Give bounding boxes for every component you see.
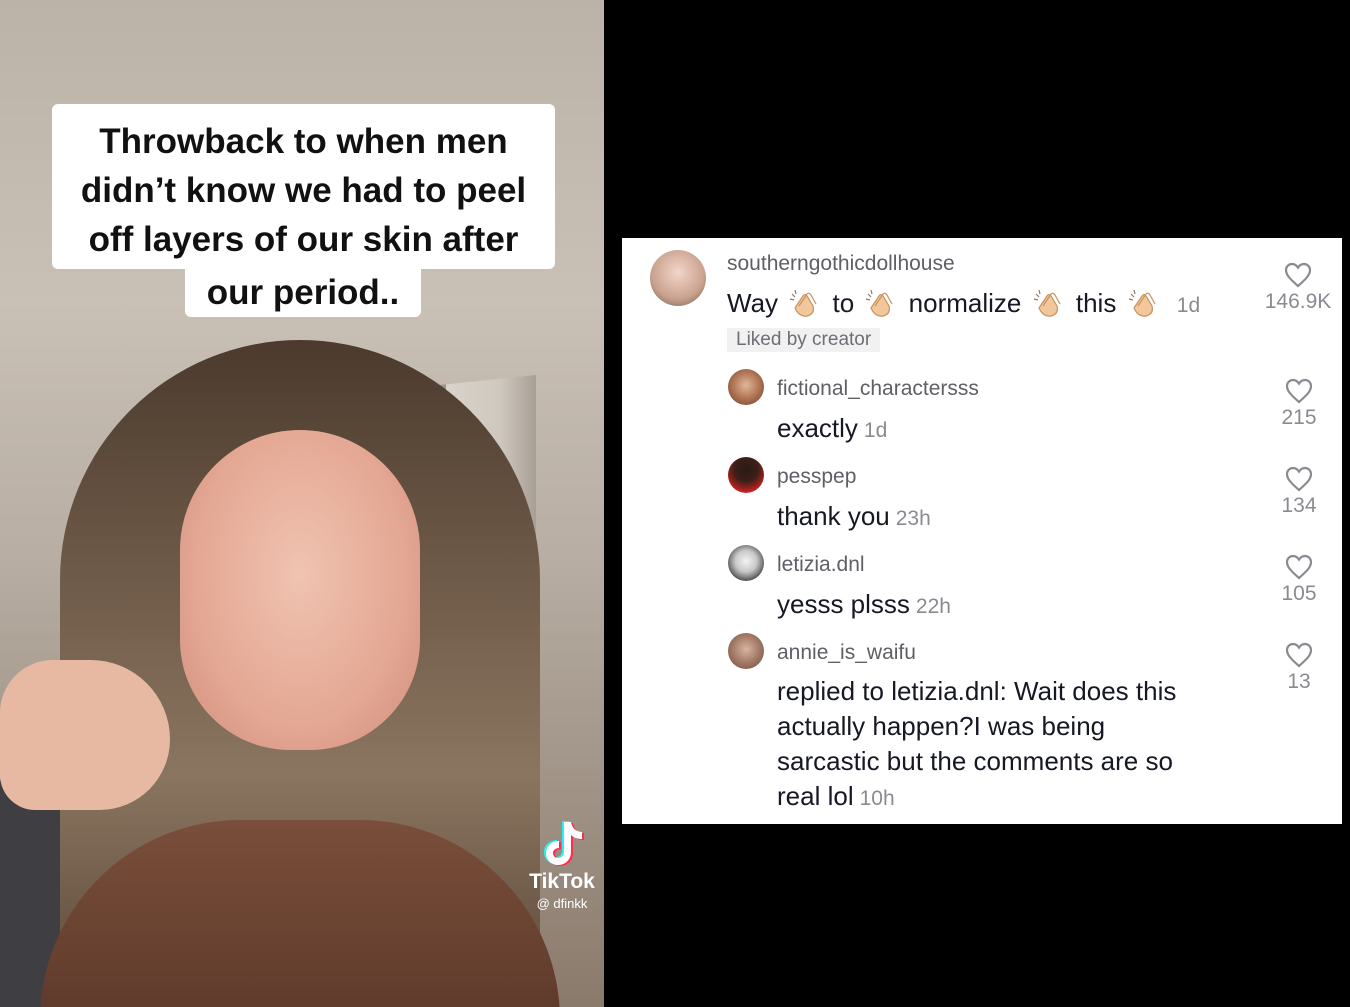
comment-text: thank you 23h: [777, 501, 931, 532]
mention-link[interactable]: letizia.dnl: [891, 676, 999, 706]
comment-time: 22h: [915, 595, 951, 618]
caption-line: off layers of our skin after: [88, 220, 519, 259]
comment-time: 23h: [895, 507, 931, 530]
like-button[interactable]: 13: [1259, 642, 1339, 694]
comment-username[interactable]: fictional_charactersss: [777, 377, 979, 401]
avatar[interactable]: [728, 369, 764, 405]
like-count: 146.9K: [1264, 290, 1332, 313]
comment-body: exactly: [777, 413, 858, 443]
comment-text: exactly 1d: [777, 413, 887, 444]
comment-line: actually happen?I was being: [777, 711, 1106, 741]
clapping-hands-emoji-icon: [790, 289, 817, 317]
avatar[interactable]: [650, 250, 706, 306]
heart-icon: [1284, 262, 1312, 288]
comment-time: 1d: [1176, 294, 1201, 317]
comment-word: this: [1075, 288, 1117, 318]
like-button[interactable]: 105: [1259, 554, 1339, 606]
comment-username[interactable]: annie_is_waifu: [777, 641, 916, 665]
comment-time: 10h: [859, 787, 895, 810]
person-hand: [0, 660, 170, 810]
comment-line: replied to letizia.dnl: Wait does this: [777, 674, 1247, 709]
comment-line-text: real lol: [777, 781, 854, 811]
comment-body: yesss plsss: [777, 589, 910, 619]
video-caption-last: our period..: [185, 268, 421, 317]
video-frame[interactable]: Throwback to when men didn’t know we had…: [0, 0, 604, 1007]
comment-time: 1d: [863, 419, 888, 442]
caption-line: didn’t know we had to peel: [80, 171, 527, 210]
comment-text: yesss plsss 22h: [777, 589, 951, 620]
video-caption: Throwback to when men didn’t know we had…: [52, 104, 555, 269]
heart-icon: [1285, 378, 1313, 404]
comment-word: normalize: [908, 288, 1022, 318]
caption-line: Throwback to when men: [99, 122, 508, 161]
comment-text: Way to normalize this 1d: [727, 288, 1200, 319]
like-count: 13: [1287, 670, 1311, 693]
comment-word: to: [832, 288, 855, 318]
comment-body: thank you: [777, 501, 890, 531]
comment-username[interactable]: pesspep: [777, 465, 856, 489]
clapping-hands-emoji-icon: [866, 289, 893, 317]
person-face: [180, 430, 420, 750]
avatar[interactable]: [728, 633, 764, 669]
tiktok-watermark: TikTok @ dfinkk: [522, 818, 602, 911]
comment-line: sarcastic but the comments are so: [777, 746, 1173, 776]
like-button[interactable]: 146.9K: [1258, 262, 1338, 314]
heart-icon: [1285, 554, 1313, 580]
comment-username[interactable]: southerngothicdollhouse: [727, 252, 955, 276]
tiktok-brand: TikTok: [529, 870, 595, 893]
tiktok-note-icon: [544, 821, 584, 866]
comment-text: replied to letizia.dnl: Wait does this a…: [777, 674, 1247, 816]
heart-icon: [1285, 466, 1313, 492]
like-count: 134: [1281, 494, 1317, 517]
clapping-hands-emoji-icon: [1033, 289, 1061, 317]
like-button[interactable]: 215: [1259, 378, 1339, 430]
clapping-hands-emoji-icon: [1128, 289, 1156, 317]
reply-prefix: replied to: [777, 676, 892, 706]
comment-line-text: : Wait does this: [999, 676, 1177, 706]
like-button[interactable]: 134: [1259, 466, 1339, 518]
tiktok-handle: @ dfinkk: [536, 896, 588, 911]
comment-word: Way: [727, 288, 779, 318]
liked-by-creator-badge: Liked by creator: [727, 328, 881, 352]
comment-line: real lol 10h: [777, 779, 1247, 816]
heart-icon: [1285, 642, 1313, 668]
caption-line: our period..: [206, 273, 400, 312]
avatar[interactable]: [728, 457, 764, 493]
like-count: 215: [1281, 406, 1317, 429]
like-count: 105: [1281, 582, 1317, 605]
comments-panel: southerngothicdollhouse Way to normalize…: [622, 238, 1342, 824]
avatar[interactable]: [728, 545, 764, 581]
comment-username[interactable]: letizia.dnl: [777, 553, 865, 577]
